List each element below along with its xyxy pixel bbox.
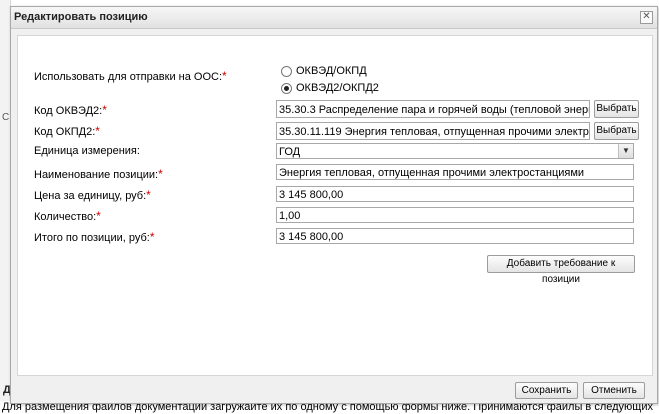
quantity-text: Количество:: [34, 211, 97, 223]
okved2-text: Код ОКВЭД2:: [34, 105, 103, 117]
required-mark: *: [102, 103, 107, 117]
required-mark: *: [95, 124, 100, 138]
background-label: С: [2, 112, 10, 123]
save-button[interactable]: Сохранить: [515, 382, 578, 399]
cancel-button[interactable]: Отменить: [583, 382, 645, 399]
dialog-footer: Сохранить Отменить: [11, 376, 657, 403]
okpd2-text: Код ОКПД2:: [34, 126, 96, 138]
price-text: Цена за единицу, руб:: [34, 190, 147, 202]
required-mark: *: [146, 188, 151, 202]
unit-select[interactable]: ГОД ▼: [276, 143, 634, 159]
unit-text: Единица измерения:: [34, 145, 140, 157]
unit-label: Единица измерения:: [34, 145, 140, 157]
okved2-field[interactable]: 35.30.3 Распределение пара и горячей вод…: [276, 100, 590, 118]
quantity-label: Количество:*: [34, 209, 101, 223]
dialog-form: Использовать для отправки на ООС:* ОКВЭД…: [17, 35, 653, 376]
radio-okved-okpd-label: ОКВЭД/ОКПД: [296, 65, 367, 77]
price-field[interactable]: 3 145 800,00: [276, 186, 634, 202]
dialog-title: Редактировать позицию: [14, 11, 148, 23]
dialog-titlebar: Редактировать позицию ✕: [11, 7, 657, 29]
okved2-label: Код ОКВЭД2:*: [34, 103, 107, 117]
radio-unchecked-icon: [281, 65, 292, 77]
quantity-field[interactable]: 1,00: [276, 207, 634, 223]
unit-value: ГОД: [279, 146, 301, 158]
radio-okved2-okpd2-label: ОКВЭД2/ОКПД2: [296, 82, 379, 94]
radio-checked-icon: [281, 82, 292, 94]
okved2-select-button[interactable]: Выбрать: [594, 100, 639, 118]
okpd2-label: Код ОКПД2:*: [34, 124, 100, 138]
chevron-down-icon[interactable]: ▼: [618, 144, 633, 158]
name-field[interactable]: Энергия тепловая, отпущенная прочими эле…: [276, 164, 634, 180]
radio-okved-okpd[interactable]: ОКВЭД/ОКПД: [281, 65, 367, 77]
edit-position-dialog: Редактировать позицию ✕ Использовать для…: [10, 6, 658, 404]
required-mark: *: [222, 69, 227, 83]
required-mark: *: [96, 209, 101, 223]
add-requirement-button[interactable]: Добавить требование к позиции: [487, 255, 635, 285]
use-for-oos-text: Использовать для отправки на ООС:: [34, 71, 223, 83]
name-label: Наименование позиции:*: [34, 167, 163, 181]
total-text: Итого по позиции, руб:: [34, 232, 150, 244]
close-icon[interactable]: ✕: [640, 11, 653, 24]
required-mark: *: [149, 230, 155, 244]
radio-okved2-okpd2[interactable]: ОКВЭД2/ОКПД2: [281, 82, 379, 94]
okpd2-field[interactable]: 35.30.11.119 Энергия тепловая, отпущенна…: [276, 122, 590, 140]
use-for-oos-label: Использовать для отправки на ООС:*: [34, 69, 227, 83]
okpd2-select-button[interactable]: Выбрать: [594, 122, 639, 140]
total-label: Итого по позиции, руб:*: [34, 230, 155, 244]
price-label: Цена за единицу, руб:*: [34, 188, 151, 202]
total-field[interactable]: 3 145 800,00: [276, 228, 634, 244]
name-text: Наименование позиции:: [34, 169, 159, 181]
required-mark: *: [158, 167, 163, 181]
